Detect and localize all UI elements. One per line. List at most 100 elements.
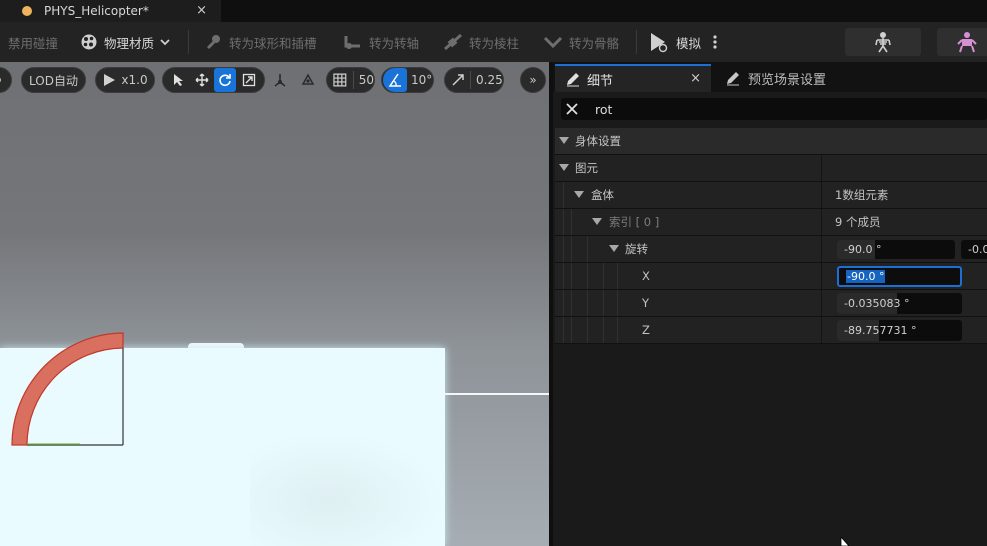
title-bar: PHYS_Helicopter* ×	[0, 0, 987, 22]
expand-arrow-icon[interactable]	[592, 218, 602, 225]
property-label: X	[642, 269, 650, 283]
row-rotation-z[interactable]: Z -89.757731 °	[555, 317, 987, 344]
row-primitives[interactable]: 图元	[555, 155, 987, 182]
angle-snap-toggle[interactable]	[383, 68, 407, 92]
tab-preview-scene-settings[interactable]: 预览场景设置	[719, 64, 919, 92]
material-ball-icon	[81, 34, 97, 50]
field-value: -90.0 °	[846, 270, 886, 283]
row-rotation-x[interactable]: X -90.0 °	[555, 263, 987, 290]
physics-mode-button[interactable]	[937, 28, 987, 56]
row-index-0[interactable]: 索引 [ 0 ] 9 个成员	[555, 209, 987, 236]
viewport-overflow-button[interactable]: »	[520, 67, 546, 93]
helicopter-mesh-shading	[250, 432, 445, 546]
to-prism-label: 转为棱柱	[469, 35, 520, 51]
physical-material-label: 物理材质	[104, 35, 155, 51]
column-splitter[interactable]	[821, 317, 822, 343]
rotor-blade	[443, 393, 549, 395]
panel-tab-bar: 细节 × 预览场景设置	[553, 62, 987, 92]
physical-material-button[interactable]: 物理材质	[80, 22, 171, 62]
scale-mode-button[interactable]	[238, 68, 260, 92]
overflow-chevron-icon: »	[529, 73, 537, 87]
row-rotation-y[interactable]: Y -0.035083 °	[555, 290, 987, 317]
world-local-button[interactable]	[269, 68, 291, 92]
indent-guide	[603, 263, 604, 289]
details-panel: 细节 × 预览场景设置 rot 身体设置 图元 盒体 1数组元素 索引 [0 …	[549, 62, 987, 546]
translate-mode-button[interactable]	[191, 68, 213, 92]
scale-icon	[242, 73, 256, 87]
row-box-elems[interactable]: 盒体 1数组元素	[555, 182, 987, 209]
viewport[interactable]: LOD自动 x1.0 50 10° 0.25 »	[0, 62, 549, 546]
to-shaft-button[interactable]: 转为转轴	[343, 22, 419, 62]
main-toolbar: 禁用碰撞 物理材质 转为球形和插槽 转为转轴 转为棱柱 转为骨骼 模拟	[0, 22, 987, 62]
surface-snap-button[interactable]	[297, 68, 319, 92]
disable-collision-button[interactable]: 禁用碰撞	[8, 22, 58, 62]
search-value: rot	[595, 101, 613, 117]
indent-guide	[571, 290, 572, 316]
skeleton-mode-button[interactable]	[845, 28, 921, 56]
viewport-menu-button[interactable]	[0, 67, 12, 93]
property-label: Z	[642, 323, 650, 337]
play-icon	[104, 74, 116, 86]
more-vertical-icon	[713, 35, 717, 49]
to-skeleton-label: 转为骨骼	[569, 35, 620, 51]
rotation-y-input[interactable]: -0.035083 °	[837, 293, 962, 314]
expand-arrow-icon[interactable]	[559, 164, 569, 171]
simulate-label: 模拟	[676, 35, 702, 51]
column-splitter[interactable]	[821, 155, 822, 181]
property-label: 旋转	[625, 242, 648, 256]
search-input[interactable]: rot	[561, 98, 987, 120]
hinge-joint-icon	[344, 36, 360, 49]
rotation-summary-field-2[interactable]: -0.0	[961, 240, 987, 259]
column-splitter[interactable]	[821, 263, 822, 289]
tab-preview-label: 预览场景设置	[748, 72, 827, 88]
column-splitter[interactable]	[821, 290, 822, 316]
play-speed-button[interactable]: x1.0	[95, 67, 155, 93]
to-sphyl-button[interactable]: 转为球形和插槽	[205, 22, 317, 62]
scale-snap-group[interactable]: 0.25	[444, 67, 504, 93]
close-tab-icon[interactable]: ×	[690, 71, 701, 86]
document-tab-title: PHYS_Helicopter*	[44, 4, 149, 18]
toolbar-more-button[interactable]	[710, 22, 726, 62]
rotation-x-input[interactable]: -90.0 °	[837, 266, 962, 287]
column-splitter[interactable]	[821, 209, 822, 235]
property-label: Y	[642, 296, 650, 310]
to-prism-button[interactable]: 转为棱柱	[443, 22, 519, 62]
indent-guide	[563, 182, 564, 208]
select-mode-button[interactable]	[167, 68, 189, 92]
to-skeleton-button[interactable]: 转为骨骼	[543, 22, 619, 62]
expand-arrow-icon[interactable]	[574, 191, 584, 198]
document-tab[interactable]: PHYS_Helicopter* ×	[0, 0, 221, 22]
grid-snap-icon	[333, 73, 347, 87]
rotation-gizmo[interactable]	[0, 327, 130, 447]
simulate-button[interactable]: 模拟	[648, 22, 701, 62]
pencil-icon	[727, 72, 739, 86]
close-tab-icon[interactable]: ×	[196, 3, 207, 18]
column-splitter[interactable]	[821, 182, 822, 208]
angle-snap-icon	[388, 73, 401, 87]
indent-guide	[563, 263, 564, 289]
scale-snap-icon	[452, 74, 464, 86]
close-icon	[566, 103, 578, 115]
to-shaft-label: 转为转轴	[369, 35, 420, 51]
category-body-setup[interactable]: 身体设置	[555, 128, 987, 155]
divider	[470, 71, 471, 89]
expand-arrow-icon[interactable]	[559, 137, 569, 144]
column-splitter[interactable]	[821, 236, 822, 262]
prismatic-joint-icon	[444, 33, 462, 51]
expand-arrow-icon[interactable]	[609, 245, 619, 252]
grid-snap-value: 50	[358, 73, 374, 87]
transform-mode-group	[162, 67, 265, 93]
array-count-value: 1数组元素	[835, 188, 889, 202]
indent-guide	[587, 317, 588, 343]
category-label: 身体设置	[575, 134, 621, 148]
clear-search-button[interactable]	[561, 98, 583, 120]
rotation-z-input[interactable]: -89.757731 °	[837, 320, 962, 341]
rotate-icon	[219, 74, 232, 87]
lod-dropdown[interactable]: LOD自动	[21, 67, 86, 93]
tab-details[interactable]: 细节 ×	[555, 64, 711, 92]
rotation-summary-field-1[interactable]: -90.0 °	[837, 240, 955, 259]
row-rotation[interactable]: 旋转 -90.0 ° -0.0	[555, 236, 987, 263]
grid-snap-group[interactable]: 50	[326, 67, 375, 93]
angle-snap-group[interactable]: 10°	[381, 67, 434, 93]
rotate-mode-button[interactable]	[214, 68, 237, 92]
